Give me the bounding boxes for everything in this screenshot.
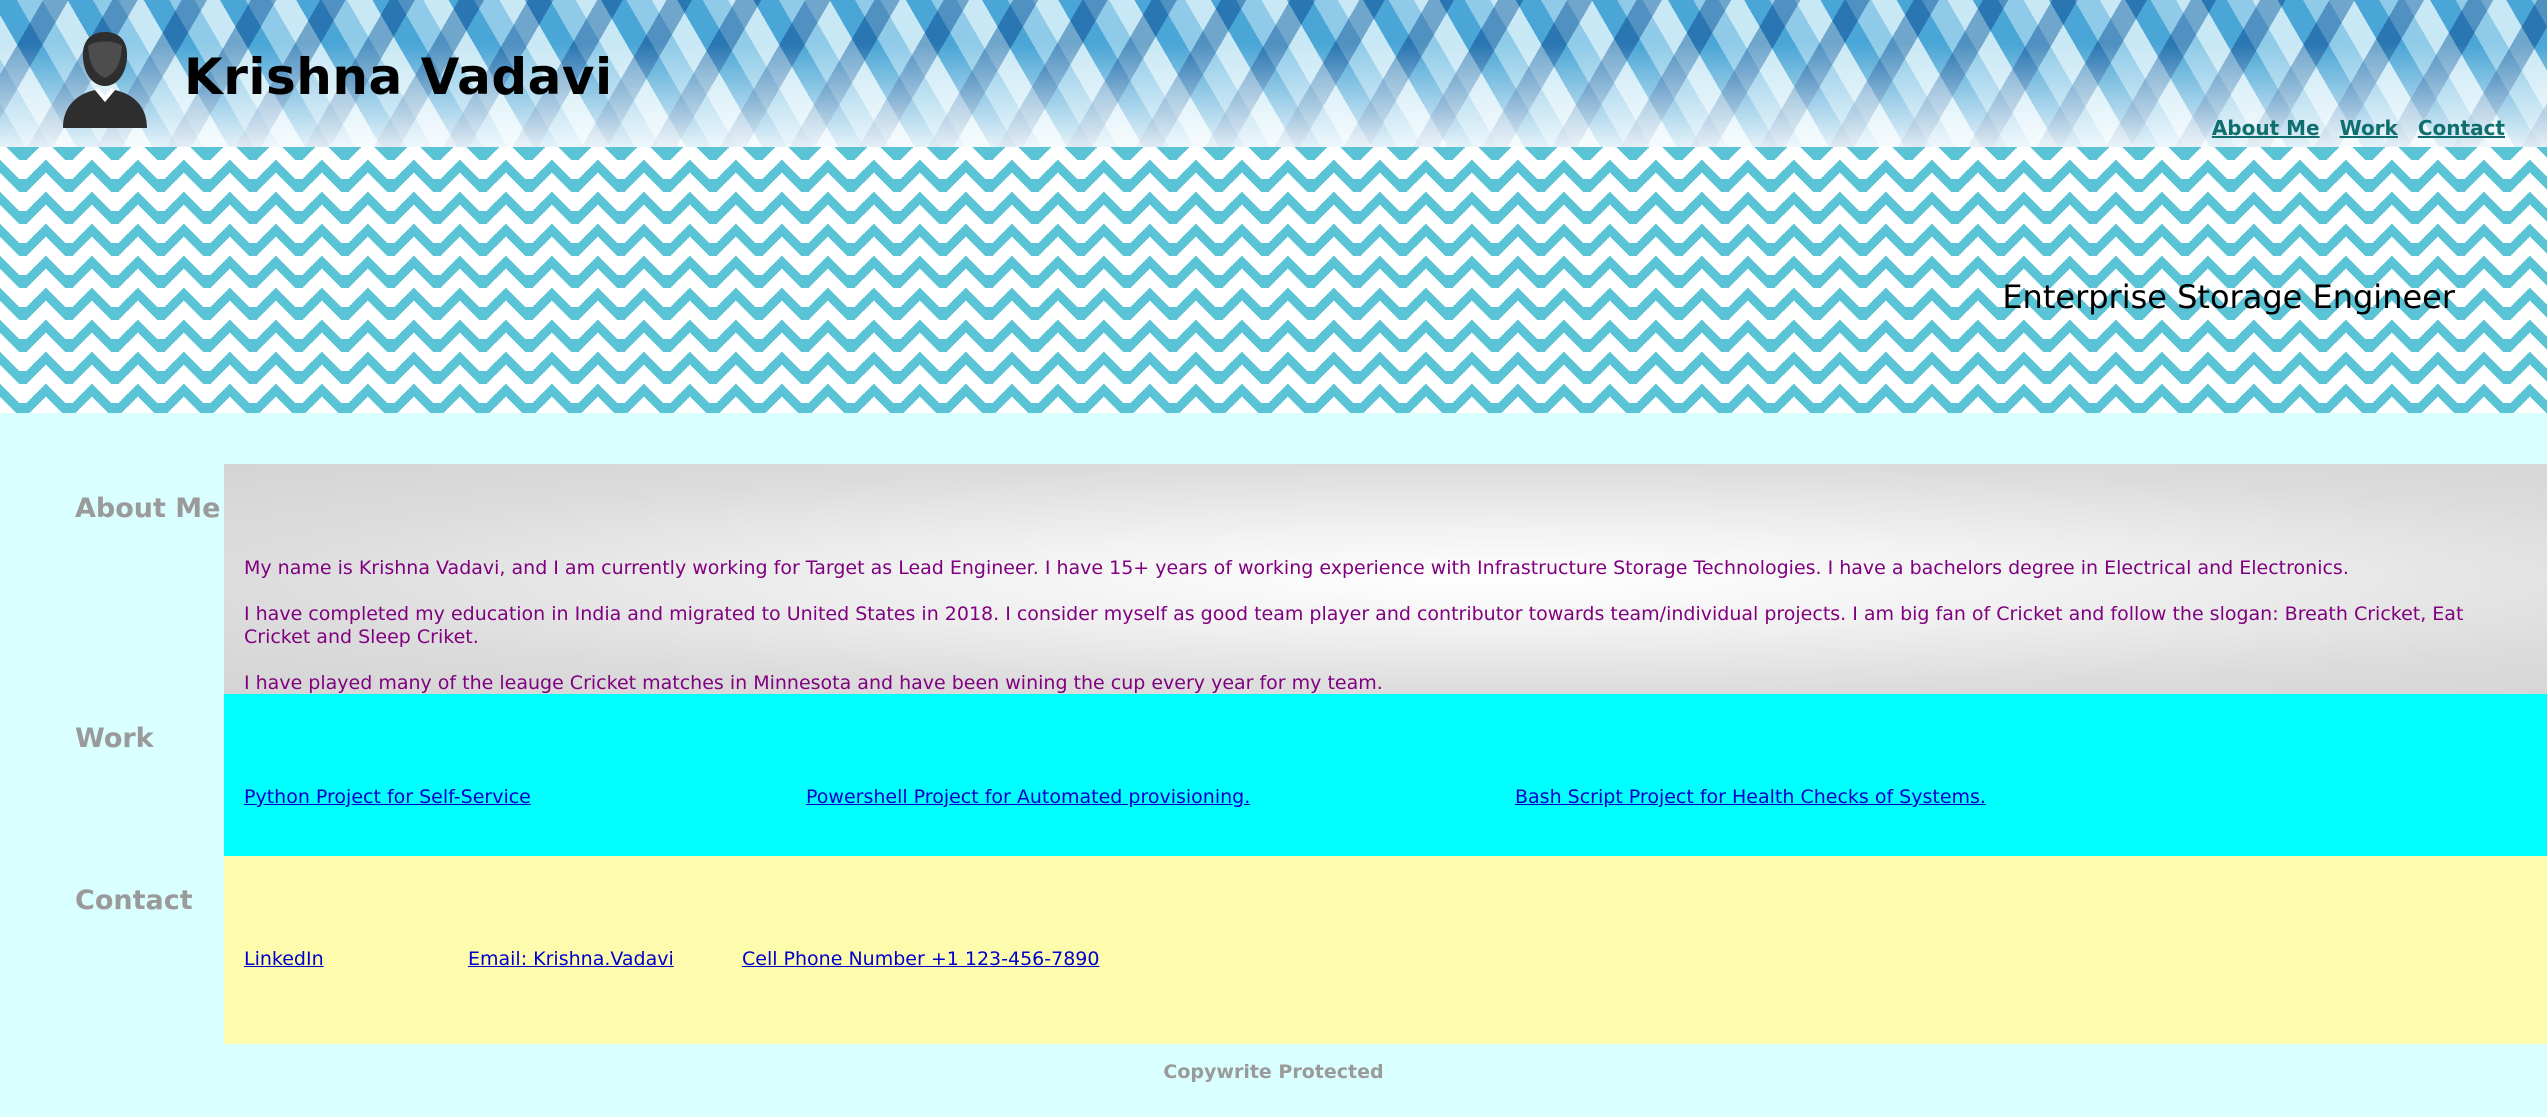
header: Krishna Vadavi About Me Work Contact [0,0,2547,147]
footer-copyright: Copywrite Protected [1163,1061,1384,1083]
site-title: Krishna Vadavi [184,48,613,106]
nav-link-contact[interactable]: Contact [2418,116,2505,140]
powershell-project-link[interactable]: Powershell Project for Automated provisi… [806,786,1250,808]
phone-link[interactable]: Cell Phone Number +1 123-456-7890 [742,948,1099,970]
nav-link-work[interactable]: Work [2340,116,2398,140]
work-panel: Python Project for Self-Service Powershe… [224,694,2547,856]
linkedin-link[interactable]: LinkedIn [244,948,324,970]
nav-link-about[interactable]: About Me [2212,116,2320,140]
bash-project-link[interactable]: Bash Script Project for Health Checks of… [1515,786,1986,808]
user-avatar-icon [63,32,147,128]
about-paragraph: I have played many of the leauge Cricket… [244,672,1383,694]
about-paragraph: My name is Krishna Vadavi, and I am curr… [244,557,2349,579]
contact-panel: LinkedIn Email: Krishna.Vadavi Cell Phon… [224,856,2547,1044]
email-link[interactable]: Email: Krishna.Vadavi [468,948,674,970]
contact-heading: Contact [75,885,193,916]
about-paragraph: I have completed my education in India a… [244,603,2464,648]
work-heading: Work [75,723,154,754]
main-nav: About Me Work Contact [2212,116,2505,140]
about-heading: About Me [75,493,221,524]
job-tagline: Enterprise Storage Engineer [2002,278,2455,316]
python-project-link[interactable]: Python Project for Self-Service [244,786,531,808]
about-panel: My name is Krishna Vadavi, and I am curr… [224,464,2547,694]
